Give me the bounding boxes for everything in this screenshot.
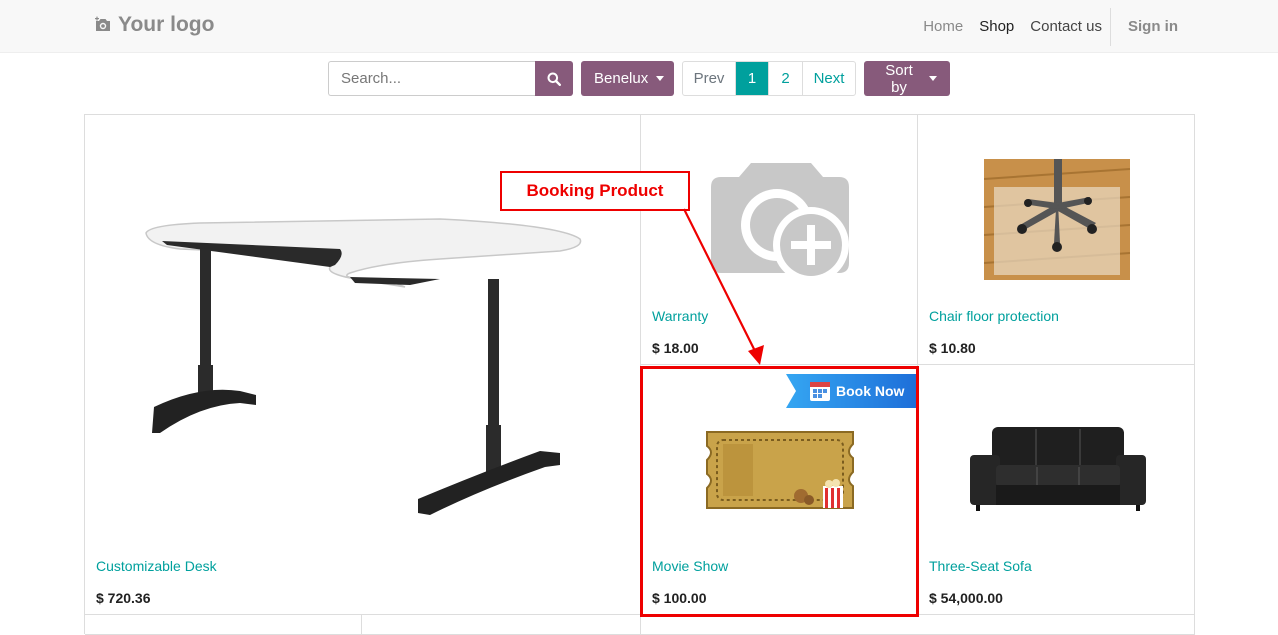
nav-home[interactable]: Home [915, 18, 971, 35]
pager-prev[interactable]: Prev [683, 62, 736, 95]
nav-shop[interactable]: Shop [971, 18, 1022, 35]
pager-page-1[interactable]: 1 [736, 62, 769, 95]
camera-icon [95, 16, 110, 31]
nav-contact[interactable]: Contact us [1022, 18, 1110, 35]
site-logo[interactable]: Your logo [94, 13, 214, 37]
search-input[interactable] [328, 61, 535, 96]
product-card-sofa[interactable]: Three-Seat Sofa $ 54,000.00 [918, 365, 1195, 615]
caret-down-icon [656, 76, 665, 81]
top-navbar: Your logo Home Shop Contact us Sign in [0, 0, 1278, 53]
product-name[interactable]: Three-Seat Sofa [929, 558, 1032, 574]
annotation-arrow [683, 208, 764, 365]
pager-page-2[interactable]: 2 [769, 62, 803, 95]
sign-in-link[interactable]: Sign in [1111, 18, 1186, 35]
main-menu: Home Shop Contact us Sign in [915, 0, 1186, 53]
search-button[interactable] [535, 61, 573, 96]
annotation-highlight-box [640, 366, 919, 617]
pricelist-label: Benelux [594, 70, 649, 87]
product-name[interactable]: Chair floor protection [929, 308, 1059, 324]
product-image-floor-mat[interactable] [984, 159, 1130, 280]
search-form [328, 61, 573, 96]
product-image-sofa[interactable] [970, 427, 1146, 513]
pager-next[interactable]: Next [803, 62, 855, 95]
annotation-label: Booking Product [500, 171, 690, 211]
product-price: $ 10.80 [929, 340, 976, 356]
logo-text: Your logo [118, 13, 215, 36]
search-icon [547, 72, 561, 86]
product-card-partial[interactable] [362, 615, 641, 635]
product-price: $ 720.36 [96, 590, 151, 606]
product-card-chair-floor[interactable]: Chair floor protection $ 10.80 [918, 115, 1195, 365]
pricelist-dropdown[interactable]: Benelux [581, 61, 674, 96]
product-card-partial[interactable] [641, 615, 1195, 635]
caret-down-icon [929, 76, 937, 81]
product-image-desk[interactable] [140, 215, 590, 515]
sort-dropdown[interactable]: Sort by [864, 61, 950, 96]
product-card-partial[interactable] [85, 615, 362, 635]
pager: Prev 1 2 Next [682, 61, 856, 96]
sort-label: Sort by [885, 61, 913, 96]
product-price: $ 54,000.00 [929, 590, 1003, 606]
product-name[interactable]: Customizable Desk [96, 558, 217, 574]
